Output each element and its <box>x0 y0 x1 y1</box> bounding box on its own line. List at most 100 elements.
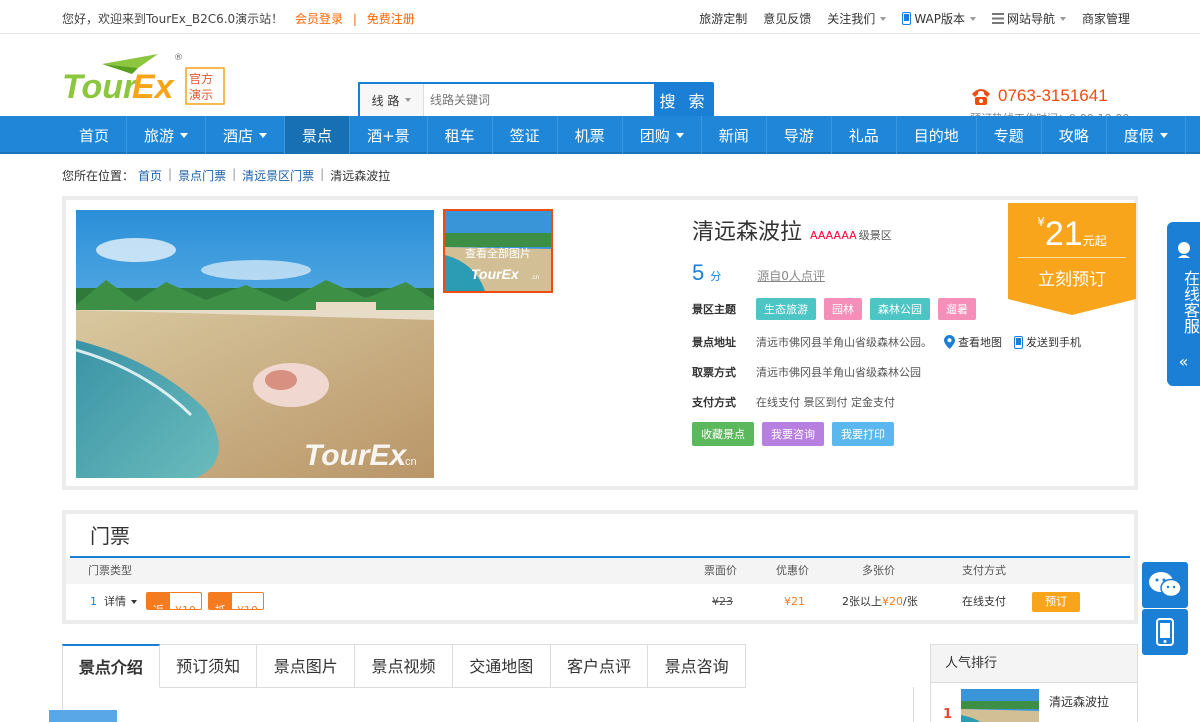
register-link[interactable]: 免费注册 <box>367 12 415 26</box>
ticket-method-value: 清远市佛冈县羊角山省级森林公园 <box>756 366 921 379</box>
nav-item-label: 旅游 <box>144 126 175 145</box>
mobile-site-button[interactable] <box>1142 609 1188 655</box>
book-now-button[interactable]: 立刻预订 <box>1008 265 1136 290</box>
consult-button[interactable]: 我要咨询 <box>762 422 824 446</box>
nav-item[interactable]: 礼品 <box>832 116 897 154</box>
svg-text:官方: 官方 <box>189 71 213 86</box>
address-value: 清远市佛冈县羊角山省级森林公园。 <box>756 336 932 349</box>
nav-item[interactable]: 团购 <box>623 116 702 154</box>
nav-item[interactable]: 度假 <box>1107 116 1186 154</box>
feedback-label[interactable]: 意见反馈 <box>763 10 811 27</box>
theme-tag[interactable]: 生态旅游 <box>756 298 816 320</box>
nav-item[interactable]: 租车 <box>428 116 493 154</box>
chevron-down-icon <box>405 98 412 102</box>
nav-item[interactable]: 攻略 <box>1042 116 1107 154</box>
send-to-phone-link[interactable]: 发送到手机 <box>1014 334 1081 350</box>
nav-item-label: 礼品 <box>848 126 879 145</box>
custom-travel-link[interactable]: 旅游定制 <box>699 10 747 27</box>
search-button[interactable]: 搜 索 <box>654 82 714 118</box>
welcome-text: 您好，欢迎来到TourEx_B2C6.0演示站！ 会员登录 | 免费注册 <box>62 10 415 27</box>
nav-item[interactable]: 专题 <box>977 116 1042 154</box>
wechat-icon <box>1149 572 1182 598</box>
nav-item[interactable]: 酒店 <box>206 116 286 154</box>
row-payment: 在线支付 <box>962 595 1006 608</box>
nav-item[interactable]: 景点 <box>285 116 351 154</box>
popularity-ranking: 人气排行 1 清远森波拉 <box>930 644 1138 722</box>
deduct-tag: 抵¥10 <box>208 592 264 613</box>
custom-travel-label[interactable]: 旅游定制 <box>699 10 747 27</box>
nav-item[interactable]: 机票 <box>558 116 623 154</box>
tab-item[interactable]: 景点咨询 <box>648 644 747 688</box>
breadcrumb: 您所在位置： 首页 | 景点门票 | 清远景区门票 | 清远森波拉 <box>62 167 390 184</box>
search-input[interactable] <box>424 84 654 116</box>
theme-tag[interactable]: 园林 <box>824 298 862 320</box>
merchant-label[interactable]: 商家管理 <box>1082 10 1130 27</box>
print-button[interactable]: 我要打印 <box>832 422 894 446</box>
site-nav-label[interactable]: 网站导航 <box>1007 10 1055 27</box>
site-logo[interactable]: Tour Ex 官方 演示 ® <box>62 48 232 106</box>
theme-tag[interactable]: 森林公园 <box>870 298 930 320</box>
follow-us-link[interactable]: 关注我们 <box>827 10 887 27</box>
follow-us-label[interactable]: 关注我们 <box>827 10 875 27</box>
breadcrumb-home[interactable]: 首页 <box>138 167 162 184</box>
thumbnail-watermark: TourEx <box>471 266 520 282</box>
multi-price: 2张以上¥20/张 <box>842 584 918 620</box>
nav-item[interactable]: 旅游 <box>127 116 207 154</box>
tab-item[interactable]: 客户点评 <box>550 644 649 688</box>
view-map-link[interactable]: 查看地图 <box>944 334 1002 350</box>
nav-item[interactable]: 导游 <box>767 116 832 154</box>
top-links: 旅游定制 意见反馈 关注我们 WAP版本 网站导航 商家管理 <box>699 10 1130 27</box>
tab-item[interactable]: 景点视频 <box>355 644 453 688</box>
wap-label[interactable]: WAP版本 <box>914 10 965 27</box>
rebate-tag: 返¥10 <box>146 592 202 613</box>
merchant-link[interactable]: 商家管理 <box>1082 10 1130 27</box>
search-type-select[interactable]: 线 路 <box>360 84 424 116</box>
feedback-link[interactable]: 意见反馈 <box>763 10 811 27</box>
favorite-button[interactable]: 收藏景点 <box>692 422 754 446</box>
tab-item[interactable]: 交通地图 <box>452 644 551 688</box>
nav-item[interactable]: 酒+景 <box>350 116 428 154</box>
book-ticket-button[interactable]: 预订 <box>1032 592 1080 612</box>
online-service-tab[interactable]: 在线客服 « <box>1167 222 1200 386</box>
login-link[interactable]: 会员登录 <box>295 12 343 26</box>
nav-item[interactable]: 签证 <box>493 116 558 154</box>
nav-item-label: 签证 <box>509 126 540 145</box>
view-map-label: 查看地图 <box>958 336 1002 349</box>
main-nav: 首页 旅游 酒店 景点 酒+景 租车 签证 机票 团购 新闻 导游 礼品 目的地 专题 攻略 度假 <box>0 116 1200 154</box>
site-nav-link[interactable]: 网站导航 <box>991 10 1066 27</box>
tab-item[interactable]: 景点介绍 <box>62 644 160 688</box>
details-label: 详情 <box>104 595 126 608</box>
chevron-down-icon <box>1159 132 1168 138</box>
details-toggle[interactable]: 详情 <box>104 584 137 620</box>
wap-link[interactable]: WAP版本 <box>902 10 976 27</box>
nav-item-label: 目的地 <box>913 126 959 145</box>
col-face-price: 票面价 <box>704 564 737 577</box>
reviews-link[interactable]: 源自0人点评 <box>757 267 825 284</box>
col-payment: 支付方式 <box>962 564 1006 577</box>
chevron-down-icon <box>259 132 268 138</box>
price-currency: ¥ <box>1037 215 1045 229</box>
breadcrumb-region[interactable]: 清远景区门票 <box>242 167 314 184</box>
book-ticket-wrap: 预订 <box>1032 592 1080 612</box>
svg-text:Ex: Ex <box>132 68 176 106</box>
price-badge[interactable]: ¥21元起 立刻预订 <box>1008 203 1136 315</box>
nav-item[interactable]: 新闻 <box>702 116 767 154</box>
breadcrumb-tickets[interactable]: 景点门票 <box>178 167 226 184</box>
nav-item-label: 机票 <box>574 126 605 145</box>
address-label: 景点地址 <box>692 336 736 349</box>
theme-tag[interactable]: 遛暑 <box>938 298 976 320</box>
nav-item[interactable]: 首页 <box>62 116 128 154</box>
thumbnail-caption: 查看全部图片 <box>465 246 531 260</box>
photo-thumbnail[interactable]: 查看全部图片 TourEx .cn <box>443 209 553 293</box>
list-item[interactable]: 1 清远森波拉 <box>931 683 1137 722</box>
beach-photo: TourEx .cn <box>76 210 434 478</box>
main-photo[interactable]: TourEx .cn <box>76 210 434 478</box>
nav-item[interactable]: 目的地 <box>897 116 977 154</box>
tab-item[interactable]: 景点图片 <box>257 644 356 688</box>
nav-item-label: 酒+景 <box>367 126 410 145</box>
scroll-widget[interactable] <box>49 710 117 722</box>
tab-item[interactable]: 预订须知 <box>159 644 258 688</box>
wechat-button[interactable] <box>1142 562 1188 608</box>
level-stars: AAAAAA <box>810 229 857 242</box>
chevron-down-icon <box>675 132 684 138</box>
